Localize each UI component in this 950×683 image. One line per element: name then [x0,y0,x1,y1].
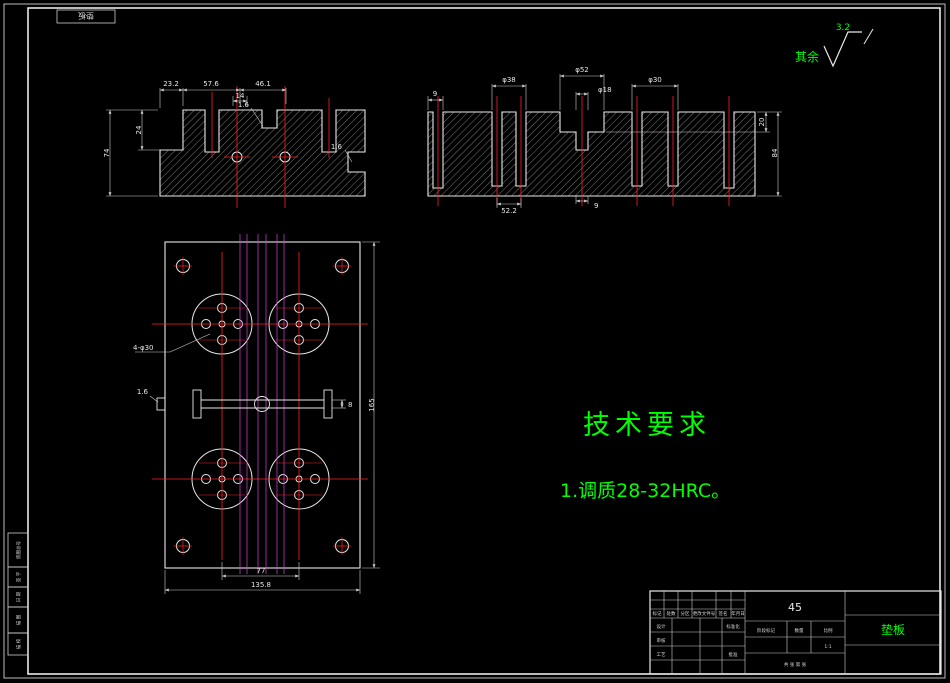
dim-label: 46.1 [255,80,271,88]
tech-req-item: 1.调质28-32HRC。 [560,480,730,502]
sign-label: 标准化 [726,623,740,630]
dim-label: 57.6 [203,80,219,88]
sheets-label: 共 张 第 张 [784,661,807,668]
main-centerlines [152,252,368,560]
tech-requirements: 技术要求 1.调质28-32HRC。 [560,410,730,502]
dim-label: φ52 [575,66,589,74]
dim-label: 1.6 [137,388,149,396]
runner-channel [156,389,333,419]
dim-label: 74 [103,148,111,157]
margin-box-label: 底图总号 [15,541,22,559]
dim-label: φ38 [502,76,516,84]
cad-canvas: 垫板 底图总号 签 字 日 期 描 图 描 校 其余 3.2 23.2 57.6… [0,0,950,683]
dim-label: 165 [368,398,376,411]
sign-label: 审核 [657,637,666,644]
rev-header: 标记 [653,610,662,617]
part-name-label: 垫板 [881,622,905,637]
rev-header: 分区 [681,610,690,617]
section-view-front: 23.2 57.6 46.1 14 1.6 1.6 74 24 [103,80,366,208]
rev-header: 年月日 [731,610,745,617]
dim-label: 24 [135,125,143,134]
surface-prefix-label: 其余 [795,49,819,64]
dim-label: 1.6 [238,101,250,109]
dim-label: 20 [758,118,766,127]
section-view-side: φ38 φ52 φ18 φ30 9 20 84 52.2 9 [427,66,782,215]
margin-info-boxes: 底图总号 签 字 日 期 描 图 描 校 [7,532,29,656]
sign-label: 设计 [657,623,666,630]
scale-value: 1:1 [824,644,831,650]
dim-label: 9 [433,90,437,98]
tech-req-title: 技术要求 [583,410,711,441]
dim-label: 14 [236,92,245,100]
stage-label: 阶段标记 [757,627,775,634]
dim-label: 4-φ30 [133,344,154,352]
dim-label: 1.6 [331,143,343,151]
margin-box-label: 描 图 [15,614,22,625]
rev-header: 更改文件号 [693,610,716,617]
bolt-hole-centerlines [199,307,322,496]
material-label: 45 [788,601,802,614]
cad-drawing: 垫板 底图总号 签 字 日 期 描 图 描 校 其余 3.2 23.2 57.6… [3,3,946,679]
dim-label: 52.2 [501,207,517,215]
margin-box-label: 描 校 [15,638,22,649]
surface-roughness-value: 3.2 [836,23,850,33]
dim-label: 135.8 [251,581,271,589]
dim-label: 9 [594,202,598,210]
dim-label: 77 [257,567,266,575]
margin-box-label: 日 期 [16,591,22,602]
drawing-frame: 垫板 [3,3,946,679]
scale-label: 比例 [824,627,833,634]
bolt-circle-groups [191,293,330,510]
corner-code-label: 垫板 [78,11,94,21]
rev-header: 签名 [719,610,728,617]
dim-label: φ18 [598,86,612,94]
dim-label: 8 [348,401,352,409]
plan-view: 4-φ30 8 1.6 77 135.8 165 [133,234,380,594]
dim-label: 23.2 [163,80,179,88]
dim-label: φ30 [648,76,662,84]
dim-label: 84 [771,148,779,157]
dimension-lines [135,241,380,594]
roughness-symbol-icon [823,31,862,68]
rev-header: 处数 [667,610,676,617]
sign-label: 批准 [729,651,738,658]
surface-finish-note: 其余 3.2 [795,23,874,68]
qty-label: 数量 [795,627,804,634]
margin-box-label: 签 字 [15,571,22,582]
title-block: 标记 处数 分区 更改文件号 签名 年月日 设计 标准化 审核 工艺 批准 45… [649,590,942,675]
projection-lines [239,234,285,574]
sign-label: 工艺 [657,652,666,658]
corner-holes [176,259,349,553]
